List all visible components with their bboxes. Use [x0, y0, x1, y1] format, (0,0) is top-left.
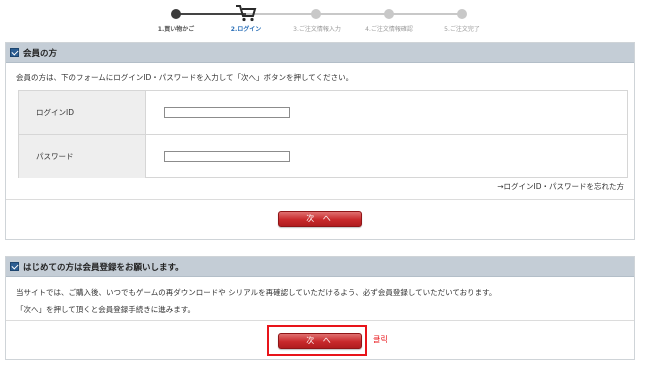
new-user-divider	[6, 320, 634, 321]
click-annotation: 클릭	[373, 335, 388, 344]
member-intro-text: 会員の方は、下のフォームにログインID・パスワードを入力して「次へ」ボタンを押し…	[16, 73, 354, 82]
new-user-text-2: 「次へ」を押して頂くと会員登録手続きに進みます。	[16, 305, 196, 314]
step-label-4: 4.ご注文情報確認	[365, 26, 413, 33]
member-panel-header: 会員の方	[6, 43, 634, 63]
step-dot-1	[171, 9, 181, 19]
login-id-input[interactable]	[164, 107, 290, 118]
new-user-panel-title: はじめての方は会員登録をお願いします。	[23, 262, 184, 273]
cart-icon	[236, 5, 257, 22]
password-input[interactable]	[164, 151, 290, 162]
forgot-credentials-link[interactable]: →ログインID・パスワードを忘れた方	[497, 181, 624, 192]
password-row: パスワード	[19, 135, 627, 178]
step-label-2: 2.ログイン	[230, 26, 262, 33]
member-login-panel: 会員の方 会員の方は、下のフォームにログインID・パスワードを入力して「次へ」ボ…	[5, 42, 635, 240]
step-label-1: 1.買い物かご	[157, 26, 195, 33]
step-dot-5	[457, 9, 467, 19]
step-dot-4	[384, 9, 394, 19]
login-id-label: ログインID	[19, 91, 146, 134]
member-next-button[interactable]: 次 へ	[278, 211, 362, 227]
new-user-panel-header: はじめての方は会員登録をお願いします。	[6, 257, 634, 277]
password-label: パスワード	[19, 135, 146, 178]
step-label-5: 5.ご注文完了	[444, 26, 480, 33]
click-highlight-box	[267, 325, 367, 356]
member-divider	[6, 199, 634, 200]
step-label-3: 3.ご注文情報入力	[293, 26, 341, 33]
login-id-row: ログインID	[19, 91, 627, 135]
login-form-table: ログインID パスワード	[18, 90, 628, 178]
new-user-text-1: 当サイトでは、ご購入後、いつでもゲームの再ダウンロードや シリアルを再確認してい…	[16, 288, 497, 297]
checkbox-icon	[10, 48, 19, 57]
checkbox-icon	[10, 262, 19, 271]
member-panel-title: 会員の方	[23, 48, 58, 59]
step-dot-3	[311, 9, 321, 19]
checkout-progress: 1.買い物かご 2.ログイン 3.ご注文情報入力 4.ご注文情報確認 5.ご注文…	[0, 0, 650, 36]
